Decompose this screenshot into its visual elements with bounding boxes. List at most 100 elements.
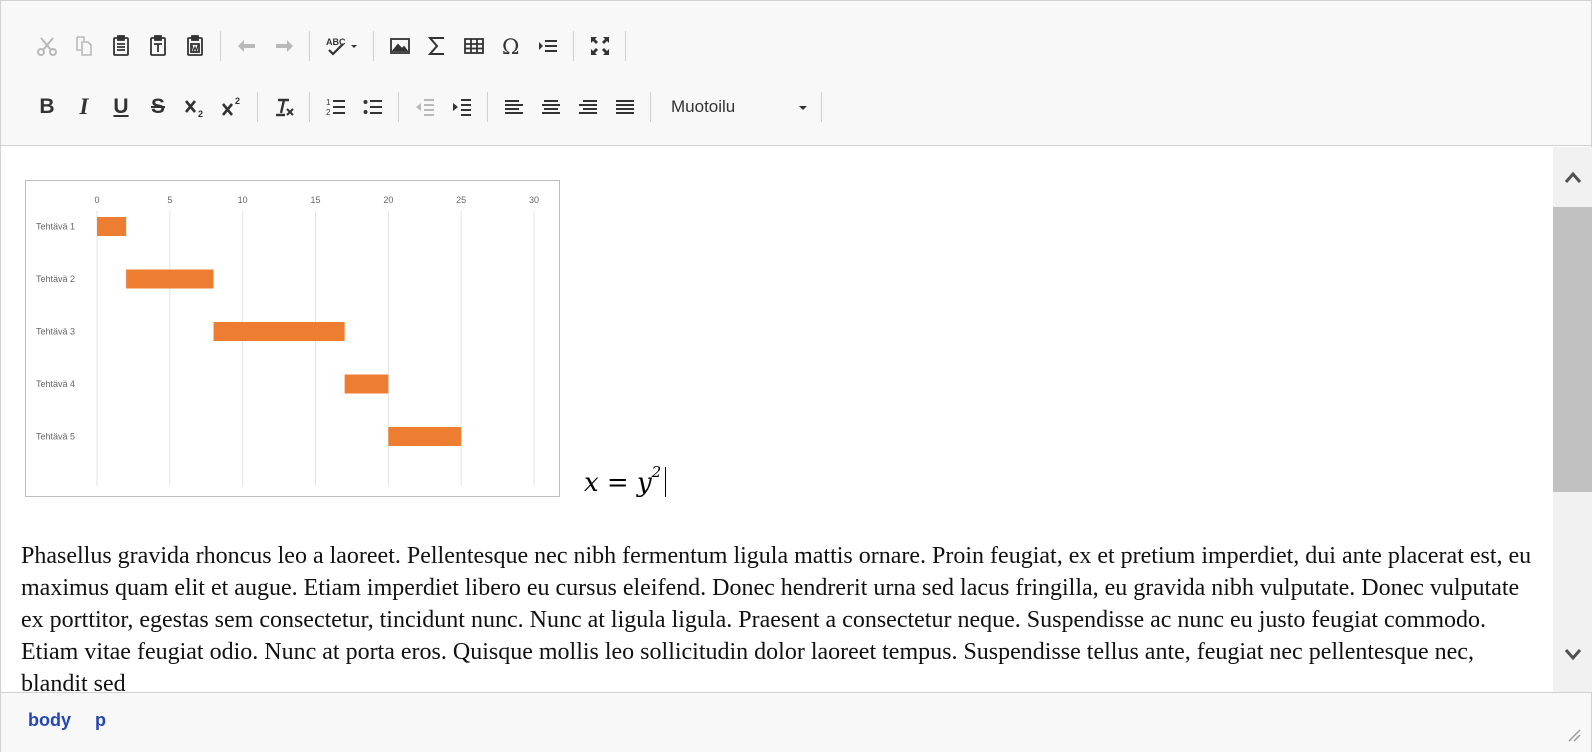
remove-format-button[interactable]	[266, 89, 302, 125]
gantt-bar	[97, 217, 127, 236]
y-category-label: Tehtävä 4	[36, 379, 75, 389]
y-category-label: Tehtävä 5	[36, 432, 75, 442]
body-paragraph: Phasellus gravida rhoncus leo a laoreet.…	[21, 543, 1532, 692]
redo-button[interactable]	[266, 28, 302, 64]
gantt-chart: 0 5 10 15 20 25 30 Tehtävä 1 Tehtävä 2 Tehtävä 3 T…	[36, 195, 539, 486]
x-tick-label: 5	[167, 195, 172, 205]
format-dropdown-label: Muotoilu	[671, 97, 736, 116]
indent-icon	[453, 99, 471, 116]
insert-image-button[interactable]	[382, 28, 418, 64]
toolbar-separator	[309, 92, 310, 122]
cut-button[interactable]	[29, 28, 65, 64]
format-dropdown[interactable]: Muotoilu	[659, 90, 815, 124]
toolbar-separator	[821, 92, 822, 122]
paste-from-word-icon	[187, 35, 203, 56]
align-left-button[interactable]	[496, 89, 532, 125]
formula-exponent: 2	[651, 463, 662, 482]
gantt-bar	[344, 374, 389, 394]
paste-button[interactable]	[103, 28, 139, 64]
align-center-icon	[542, 100, 560, 114]
align-center-button[interactable]	[533, 89, 569, 125]
toolbar-row-1: ABC Ω	[29, 26, 634, 66]
cut-icon	[37, 37, 57, 56]
maximize-icon	[591, 37, 609, 55]
toolbar-separator	[487, 92, 488, 122]
paste-text-button[interactable]	[140, 28, 176, 64]
numbered-list-icon: 12	[326, 98, 345, 117]
align-right-icon	[579, 100, 597, 114]
undo-icon	[238, 40, 255, 52]
align-justify-icon	[616, 100, 634, 114]
path-item-p[interactable]: p	[95, 710, 106, 731]
toolbar-separator	[625, 31, 626, 61]
bulleted-list-icon	[363, 100, 382, 114]
undo-button[interactable]	[229, 28, 265, 64]
outdent-button[interactable]	[407, 89, 443, 125]
table-icon	[464, 38, 484, 54]
indent-button[interactable]	[444, 89, 480, 125]
x-tick-label: 15	[310, 195, 320, 205]
insert-horizontal-line-button[interactable]	[530, 28, 566, 64]
svg-text:2: 2	[198, 109, 203, 119]
copy-icon	[76, 36, 92, 56]
copy-button[interactable]	[66, 28, 102, 64]
rich-text-editor: ABC Ω B I U S 2 2 1 2 Muotoilu 0 5 10 15…	[0, 0, 1592, 752]
embedded-chart-image[interactable]: 0 5 10 15 20 25 30 Tehtävä 1 Tehtävä 2 Tehtävä 3 T…	[25, 180, 560, 497]
svg-text:1: 1	[326, 98, 331, 107]
insert-math-button[interactable]	[419, 28, 455, 64]
remove-format-icon	[276, 98, 294, 117]
gantt-bar	[213, 322, 345, 341]
paste-text-icon	[150, 35, 166, 56]
insert-table-button[interactable]	[456, 28, 492, 64]
bold-button[interactable]: B	[29, 89, 65, 125]
bulleted-list-button[interactable]	[355, 89, 391, 125]
insert-horizontal-line-icon	[539, 40, 557, 52]
underline-button[interactable]: U	[103, 89, 139, 125]
vertical-scrollbar[interactable]	[1553, 147, 1592, 692]
toolbar-separator	[573, 31, 574, 61]
editor-content[interactable]: 0 5 10 15 20 25 30 Tehtävä 1 Tehtävä 2 Tehtävä 3 T…	[1, 147, 1553, 692]
align-justify-button[interactable]	[607, 89, 643, 125]
redo-icon	[276, 40, 293, 52]
align-left-icon	[505, 100, 523, 114]
formula-base: x = y	[584, 468, 652, 498]
scroll-thumb[interactable]	[1553, 207, 1592, 492]
x-tick-label: 30	[529, 195, 539, 205]
x-tick-label: 10	[238, 195, 248, 205]
toolbar: ABC Ω B I U S 2 2 1 2 Muotoilu	[1, 0, 1591, 146]
align-right-button[interactable]	[570, 89, 606, 125]
element-path-bar: body p	[1, 692, 1591, 752]
x-tick-label: 20	[383, 195, 393, 205]
x-tick-label: 25	[456, 195, 466, 205]
svg-text:2: 2	[326, 108, 331, 117]
paste-from-word-button[interactable]	[177, 28, 213, 64]
chevron-down-icon	[799, 106, 807, 110]
x-tick-label: 0	[94, 195, 99, 205]
resize-handle-icon[interactable]	[1565, 726, 1581, 742]
special-character-button[interactable]: Ω	[493, 28, 529, 64]
toolbar-separator	[220, 31, 221, 61]
image-icon	[390, 38, 410, 54]
superscript-button[interactable]: 2	[214, 89, 250, 125]
maximize-button[interactable]	[582, 28, 618, 64]
numbered-list-button[interactable]: 12	[318, 89, 354, 125]
strikethrough-button[interactable]: S	[140, 89, 176, 125]
svg-text:Ω: Ω	[502, 35, 519, 58]
y-category-label: Tehtävä 1	[36, 222, 75, 232]
scroll-up-button[interactable]	[1553, 157, 1592, 197]
outdent-icon	[416, 99, 434, 116]
math-sigma-icon	[427, 37, 444, 55]
toolbar-separator	[650, 92, 651, 122]
subscript-button[interactable]: 2	[177, 89, 213, 125]
gantt-bar	[388, 427, 462, 446]
text-cursor	[665, 467, 667, 497]
special-character-omega-icon: Ω	[502, 35, 519, 58]
spellcheck-button[interactable]: ABC	[318, 28, 366, 64]
chevron-down-icon	[1564, 649, 1582, 661]
y-category-label: Tehtävä 3	[36, 327, 75, 337]
path-item-body[interactable]: body	[28, 710, 71, 731]
toolbar-separator	[257, 92, 258, 122]
math-formula[interactable]: x = y2	[584, 463, 667, 498]
scroll-down-button[interactable]	[1553, 635, 1592, 675]
italic-button[interactable]: I	[66, 89, 102, 125]
